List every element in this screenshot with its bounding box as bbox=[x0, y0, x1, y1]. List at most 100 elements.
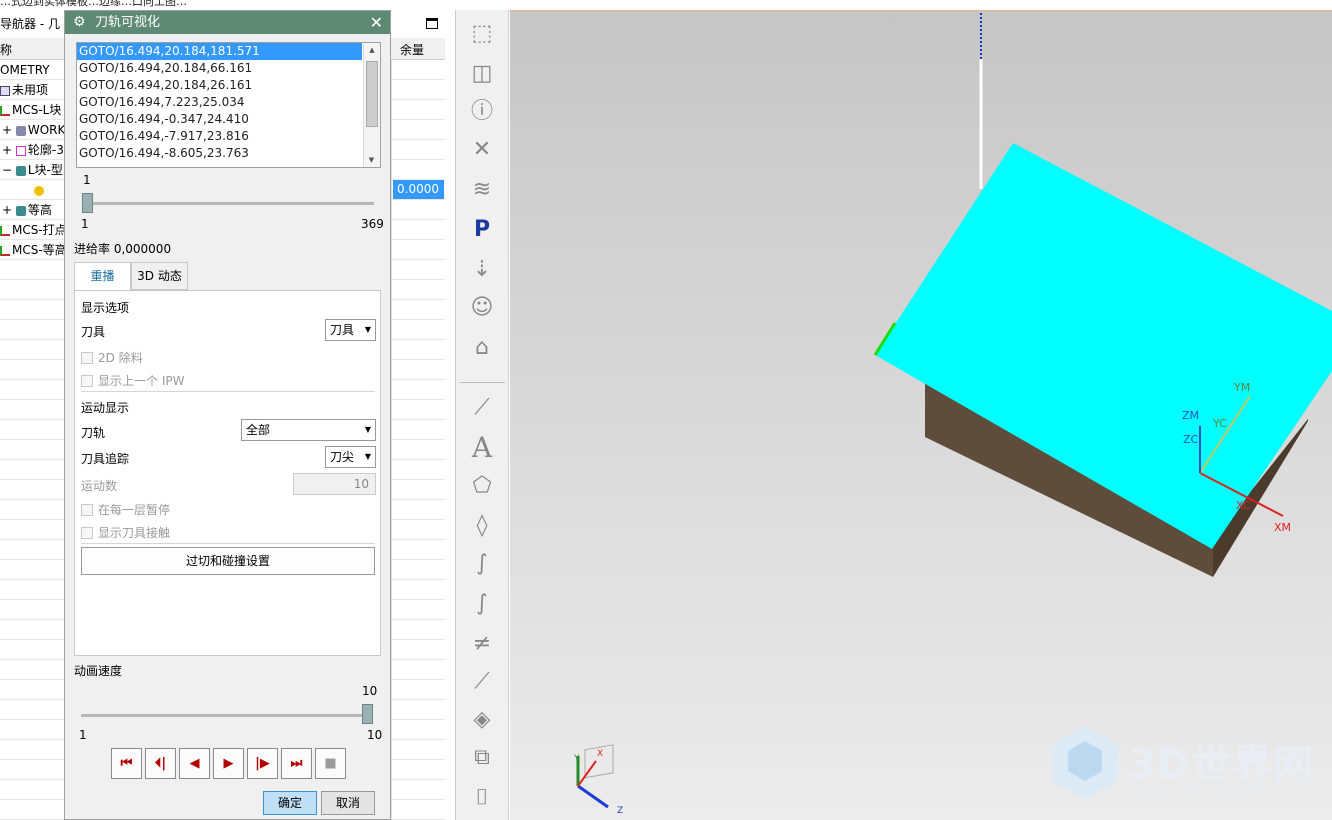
stock-cell[interactable] bbox=[391, 560, 445, 580]
tab-replay[interactable]: 重播 bbox=[74, 262, 131, 290]
maximize-icon[interactable] bbox=[426, 18, 438, 29]
trace-select[interactable]: 刀尖 ▼ bbox=[325, 446, 376, 468]
list-item[interactable]: GOTO/16.494,20.184,26.161 bbox=[77, 77, 362, 94]
tree-item[interactable]: MCS-L块 bbox=[0, 100, 61, 120]
stock-cell[interactable] bbox=[391, 460, 445, 480]
cancel-button[interactable]: 取消 bbox=[321, 791, 375, 815]
play-button[interactable]: ▶ bbox=[213, 748, 244, 779]
tab-3d-dynamic[interactable]: 3D 动态 bbox=[131, 262, 188, 290]
stock-cell[interactable] bbox=[391, 380, 445, 400]
stock-cell[interactable] bbox=[391, 400, 445, 420]
measure-icon[interactable]: ✕ bbox=[466, 134, 498, 166]
list-item[interactable]: GOTO/16.494,-8.605,23.763 bbox=[77, 145, 362, 162]
stock-cell[interactable] bbox=[391, 320, 445, 340]
tree-item[interactable]: 未用项 bbox=[0, 80, 48, 100]
tree-item[interactable]: + 轮廓-3 bbox=[2, 140, 64, 160]
step-back-button[interactable]: ⏴| bbox=[145, 748, 176, 779]
stock-cell[interactable] bbox=[391, 800, 445, 820]
stock-cell[interactable] bbox=[391, 540, 445, 560]
stock-cell[interactable] bbox=[391, 520, 445, 540]
scroll-thumb[interactable] bbox=[366, 61, 378, 127]
speed-slider-track[interactable] bbox=[81, 714, 372, 717]
stock-cell[interactable] bbox=[391, 480, 445, 500]
curve-icon[interactable]: ∫ bbox=[466, 548, 498, 580]
sweep-icon[interactable]: ◈ bbox=[466, 704, 498, 736]
stock-cell[interactable] bbox=[391, 140, 445, 160]
stock-cell[interactable] bbox=[391, 200, 445, 220]
checkbox-2d-removal[interactable]: 2D 除料 bbox=[81, 349, 143, 366]
list-item[interactable]: GOTO/16.494,20.184,181.571 bbox=[77, 43, 362, 60]
list-item[interactable]: GOTO/16.494,-7.917,23.816 bbox=[77, 128, 362, 145]
stock-cell[interactable] bbox=[391, 620, 445, 640]
stock-cell[interactable] bbox=[391, 640, 445, 660]
stop-button[interactable]: ■ bbox=[315, 748, 346, 779]
tree-item[interactable]: + WORK bbox=[2, 120, 65, 140]
surface-icon[interactable]: ◊ bbox=[466, 510, 498, 542]
stock-cell[interactable] bbox=[391, 280, 445, 300]
stock-cell[interactable] bbox=[391, 120, 445, 140]
stock-cell[interactable] bbox=[391, 500, 445, 520]
nc-icon[interactable]: P bbox=[466, 214, 498, 246]
list-scrollbar[interactable]: ▲ ▼ bbox=[363, 43, 380, 167]
column-name-header[interactable]: 称 bbox=[0, 41, 12, 58]
stock-cell-selected[interactable]: 0.0000 bbox=[393, 180, 444, 199]
step-forward-button[interactable]: |▶ bbox=[247, 748, 278, 779]
shape-icon[interactable]: ⬠ bbox=[466, 470, 498, 502]
tree-item[interactable]: OMETRY bbox=[0, 60, 50, 80]
tree-item[interactable] bbox=[34, 180, 46, 200]
tree-item[interactable]: MCS-打点 bbox=[0, 220, 67, 240]
stock-cell[interactable] bbox=[391, 220, 445, 240]
view-icon[interactable]: ⬚ bbox=[466, 18, 498, 50]
checkbox-pause-each-layer[interactable]: 在每一层暂停 bbox=[81, 501, 170, 518]
stock-cell[interactable] bbox=[391, 100, 445, 120]
gouge-collision-settings-button[interactable]: 过切和碰撞设置 bbox=[81, 547, 375, 575]
cube-icon[interactable]: ◫ bbox=[466, 58, 498, 90]
speed-slider-thumb[interactable] bbox=[362, 704, 373, 724]
box-icon[interactable]: ⧉ bbox=[466, 742, 498, 774]
tree-item[interactable]: − L块-型 bbox=[2, 160, 63, 180]
tool-select[interactable]: 刀具 ▼ bbox=[325, 319, 376, 341]
slice-icon[interactable]: ≠ bbox=[466, 628, 498, 660]
stock-cell[interactable] bbox=[391, 780, 445, 800]
curve2-icon[interactable]: ∫ bbox=[466, 588, 498, 620]
info-icon[interactable]: ⓘ bbox=[466, 96, 498, 128]
offset-icon[interactable]: ⟋ bbox=[466, 666, 498, 698]
stock-cell[interactable] bbox=[391, 660, 445, 680]
stock-cell[interactable] bbox=[391, 240, 445, 260]
tree-item[interactable]: + 等高 bbox=[2, 200, 52, 220]
close-icon[interactable]: ✕ bbox=[370, 11, 383, 34]
list-item[interactable]: GOTO/16.494,7.223,25.034 bbox=[77, 94, 362, 111]
face-icon[interactable]: ☺ bbox=[466, 292, 498, 324]
stock-cell[interactable] bbox=[391, 340, 445, 360]
stock-cell[interactable] bbox=[391, 420, 445, 440]
list-item[interactable]: GOTO/16.494,-0.347,24.410 bbox=[77, 111, 362, 128]
list-icon[interactable]: ⇣ bbox=[466, 254, 498, 286]
stock-cell[interactable] bbox=[391, 360, 445, 380]
stock-cell[interactable] bbox=[391, 60, 445, 80]
tree-item[interactable]: MCS-等高 bbox=[0, 240, 67, 260]
stock-cell[interactable] bbox=[391, 160, 445, 180]
scroll-down-icon[interactable]: ▼ bbox=[364, 153, 379, 167]
column-stock-header[interactable]: 余量 bbox=[400, 41, 424, 58]
stock-cell[interactable] bbox=[391, 440, 445, 460]
path-select[interactable]: 全部 ▼ bbox=[241, 419, 376, 441]
path-listbox[interactable]: GOTO/16.494,20.184,181.571 GOTO/16.494,2… bbox=[76, 42, 381, 168]
stock-cell[interactable] bbox=[391, 700, 445, 720]
stock-cell[interactable] bbox=[391, 740, 445, 760]
play-reverse-button[interactable]: ◀ bbox=[179, 748, 210, 779]
first-frame-button[interactable]: ⏮ bbox=[111, 748, 142, 779]
stock-cell[interactable] bbox=[391, 300, 445, 320]
stock-cell[interactable] bbox=[391, 680, 445, 700]
cylinder-icon[interactable]: ⌷ bbox=[466, 782, 498, 814]
stock-cell[interactable] bbox=[391, 260, 445, 280]
stock-cell[interactable] bbox=[391, 720, 445, 740]
dialog-titlebar[interactable]: ⚙ 刀轨可视化 ✕ bbox=[65, 11, 390, 34]
graphics-viewport[interactable]: YM YC ZM ZC XC XM Y X Z bbox=[510, 10, 1332, 820]
text-icon[interactable]: A bbox=[466, 432, 498, 464]
checkbox-prev-ipw[interactable]: 显示上一个 IPW bbox=[81, 372, 184, 389]
motion-count-input[interactable]: 10 bbox=[293, 473, 376, 495]
stock-cell[interactable] bbox=[391, 580, 445, 600]
list-item[interactable]: GOTO/16.494,20.184,66.161 bbox=[77, 60, 362, 77]
layers-icon[interactable]: ≋ bbox=[466, 174, 498, 206]
path-slider-track[interactable] bbox=[83, 202, 374, 205]
